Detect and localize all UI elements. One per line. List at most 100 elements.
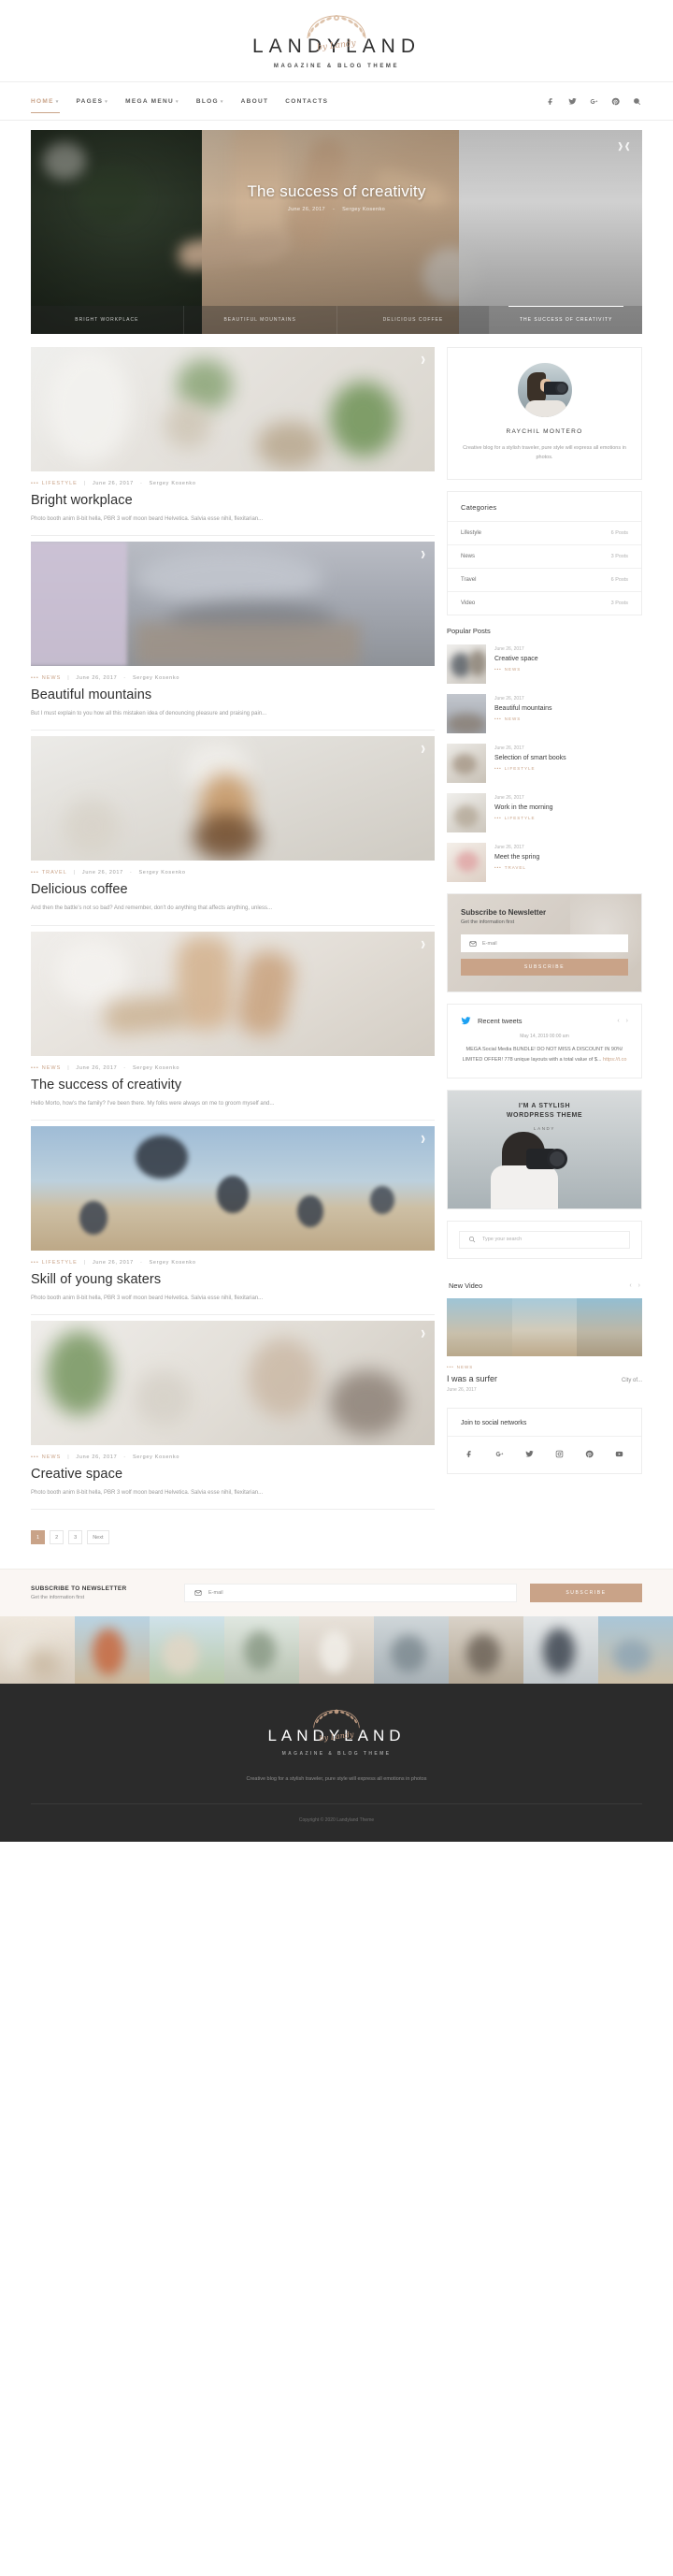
search-icon[interactable] (632, 96, 642, 107)
popular-post-title[interactable]: Meet the spring (494, 853, 642, 861)
pinterest-icon[interactable] (585, 1446, 594, 1463)
post-author: Sergey Kosenko (138, 870, 186, 876)
popular-post-title[interactable]: Beautiful mountains (494, 704, 642, 713)
hero-title[interactable]: The success of creativity (31, 182, 642, 201)
instagram-item[interactable] (150, 1616, 224, 1685)
post-title[interactable]: Skill of young skaters (31, 1272, 435, 1287)
new-video-thumbnail[interactable] (447, 1297, 642, 1356)
footer-subscribe-button[interactable]: SUBSCRIBE (530, 1584, 642, 1603)
post-thumbnail[interactable]: ❱ (31, 347, 435, 471)
twitter-icon[interactable] (567, 96, 578, 107)
post-thumbnail[interactable]: ❱ (31, 736, 435, 861)
search-input[interactable]: Type your search (459, 1230, 630, 1249)
post-title[interactable]: The success of creativity (31, 1078, 435, 1093)
category-name: Lifestyle (461, 530, 482, 537)
post-category[interactable]: LIFESTYLE (42, 1260, 78, 1266)
hero-date: June 26, 2017 (287, 207, 325, 212)
tweets-next-arrow[interactable]: › (626, 1018, 628, 1024)
pagination-page-3[interactable]: 3 (68, 1530, 83, 1545)
nav-item-pages[interactable]: PAGES ▾ (77, 86, 109, 117)
instagram-item[interactable] (523, 1616, 598, 1685)
widget-newsletter: Subscribe to Newsletter Get the informat… (447, 893, 642, 993)
hero-thumb-beautiful-mountains[interactable]: BEAUTIFUL MOUNTAINS (184, 306, 337, 334)
google-plus-icon[interactable] (589, 96, 599, 107)
popular-post-title[interactable]: Selection of smart books (494, 754, 642, 762)
new-video-name[interactable]: I was a surfer (447, 1374, 497, 1383)
instagram-icon[interactable] (555, 1446, 564, 1463)
pagination-next[interactable]: Next (87, 1530, 109, 1545)
post-title[interactable]: Creative space (31, 1467, 435, 1482)
share-icon[interactable]: ❱ (420, 550, 426, 558)
popular-post-item[interactable]: June 26, 2017 Selection of smart books •… (447, 744, 642, 784)
post-thumbnail[interactable]: ❱ (31, 1320, 435, 1445)
post-title[interactable]: Bright workplace (31, 493, 435, 508)
share-icon[interactable]: ❱ (420, 940, 426, 948)
post-category[interactable]: NEWS (42, 1454, 62, 1460)
hero-thumb-delicious-coffee[interactable]: DELICIOUS COFFEE (337, 306, 491, 334)
nav-item-about[interactable]: ABOUT (241, 86, 269, 117)
popular-post-category: ••• TRAVEL (494, 865, 526, 871)
facebook-icon[interactable] (465, 1446, 474, 1463)
author-bio: Creative blog for a stylish traveler, pu… (463, 445, 626, 461)
pinterest-icon[interactable] (610, 96, 621, 107)
youtube-icon[interactable] (615, 1446, 623, 1463)
instagram-item[interactable] (0, 1616, 75, 1685)
instagram-item[interactable] (224, 1616, 299, 1685)
hero-thumb-success-of-creativity[interactable]: THE SUCCESS OF CREATIVITY (490, 306, 642, 334)
site-logo[interactable]: LANDYLAND by Landy MAGAZINE & BLOG THEME (252, 13, 421, 69)
category-item-travel[interactable]: Travel 6 Posts (448, 568, 641, 591)
post-thumbnail[interactable]: ❱ (31, 931, 435, 1056)
footer-email-input[interactable]: E-mail (184, 1584, 517, 1603)
category-item-video[interactable]: Video 3 Posts (448, 591, 641, 615)
chevron-down-icon: ▾ (176, 98, 179, 105)
instagram-item[interactable] (598, 1616, 673, 1685)
post-category[interactable]: TRAVEL (42, 870, 67, 876)
popular-post-date: June 26, 2017 (494, 696, 524, 702)
category-item-lifestyle[interactable]: Lifestyle 6 Posts (448, 521, 641, 544)
instagram-item[interactable] (75, 1616, 150, 1685)
post-title[interactable]: Delicious coffee (31, 882, 435, 897)
popular-post-title[interactable]: Work in the morning (494, 803, 642, 812)
nav-item-home[interactable]: HOME ▾ (31, 86, 60, 117)
instagram-item[interactable] (449, 1616, 523, 1685)
pagination-page-1[interactable]: 1 (31, 1530, 46, 1545)
instagram-item[interactable] (299, 1616, 374, 1685)
popular-post-item[interactable]: June 26, 2017 Meet the spring ••• TRAVEL (447, 843, 642, 883)
newsletter-email-input[interactable]: E-mail (461, 934, 628, 953)
main-column: ❱ ••• LIFESTYLE | June 26, 2017- Sergey Kose… (31, 347, 435, 1569)
share-icon[interactable]: ❱ (420, 745, 426, 753)
post-category[interactable]: NEWS (42, 1065, 62, 1071)
instagram-item[interactable] (374, 1616, 449, 1685)
nav-item-contacts[interactable]: CONTACTS (285, 86, 328, 117)
tweet-link[interactable]: https://t.co (603, 1057, 626, 1063)
share-icon[interactable]: ❱❰ (617, 141, 631, 152)
category-item-news[interactable]: News 3 Posts (448, 544, 641, 568)
post-author: Sergey Kosenko (149, 1259, 196, 1266)
new-video-next-arrow[interactable]: › (638, 1282, 640, 1289)
hero-thumb-bright-workplace[interactable]: BRIGHT WORKPLACE (31, 306, 184, 334)
popular-post-item[interactable]: June 26, 2017 Creative space ••• NEWS (447, 644, 642, 685)
share-icon[interactable]: ❱ (420, 1329, 426, 1338)
tweets-prev-arrow[interactable]: ‹ (617, 1018, 619, 1024)
twitter-icon[interactable] (525, 1446, 534, 1463)
post-title[interactable]: Beautiful mountains (31, 687, 435, 702)
popular-post-item[interactable]: June 26, 2017 Work in the morning ••• LIF… (447, 793, 642, 833)
facebook-icon[interactable] (546, 96, 556, 107)
google-plus-icon[interactable] (495, 1446, 504, 1463)
post-thumbnail[interactable]: ❱ (31, 1125, 435, 1251)
new-video-prev-arrow[interactable]: ‹ (629, 1282, 631, 1289)
widget-promo-banner[interactable]: I'M A STYLISH WORDPRESS THEME LANDY (447, 1089, 642, 1209)
newsletter-subtitle: Get the information first (461, 919, 515, 926)
nav-item-mega-menu[interactable]: MEGA MENU ▾ (125, 86, 179, 117)
share-icon[interactable]: ❱ (420, 1135, 426, 1143)
share-icon[interactable]: ❱ (420, 355, 426, 364)
post-thumbnail[interactable]: ❱ (31, 542, 435, 667)
popular-post-title[interactable]: Creative space (494, 655, 642, 663)
post-category[interactable]: NEWS (42, 675, 62, 681)
nav-item-blog[interactable]: BLOG ▾ (196, 86, 224, 117)
popular-post-item[interactable]: June 26, 2017 Beautiful mountains ••• NEW… (447, 694, 642, 734)
newsletter-subscribe-button[interactable]: SUBSCRIBE (461, 959, 628, 977)
post-category[interactable]: LIFESTYLE (42, 481, 78, 486)
hero-slider[interactable]: ❱❰ The success of creativity June 26, 20… (31, 130, 642, 334)
pagination-page-2[interactable]: 2 (50, 1530, 64, 1545)
